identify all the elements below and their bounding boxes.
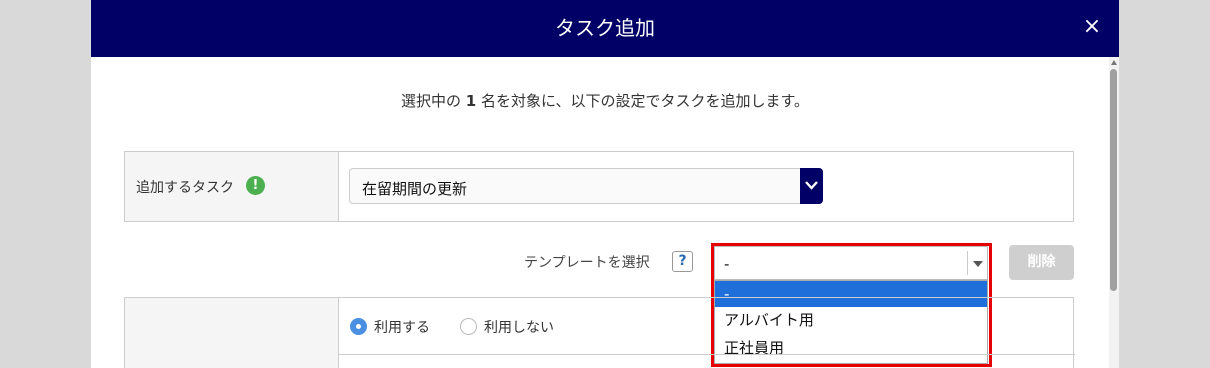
usage-table: 利用する 利用しない xyxy=(124,297,1075,368)
target-count: 1 xyxy=(465,92,477,110)
info-icon[interactable]: ! xyxy=(246,176,265,195)
use-label[interactable]: 利用する xyxy=(374,317,430,337)
not-use-label[interactable]: 利用しない xyxy=(484,317,554,337)
help-icon[interactable]: ? xyxy=(672,251,693,272)
not-use-radio[interactable] xyxy=(460,318,477,335)
description-suffix: 名を対象に、以下の設定でタスクを追加します。 xyxy=(480,92,810,110)
usage-label-cell xyxy=(125,298,339,368)
task-row: 追加するタスク ! 在留期間の更新 xyxy=(124,151,1074,222)
template-label: テンプレートを選択 xyxy=(524,255,650,271)
task-label-cell: 追加するタスク ! xyxy=(125,152,339,221)
description: 選択中の 1 名を対象に、以下の設定でタスクを追加します。 xyxy=(91,90,1119,111)
close-icon[interactable]: × xyxy=(1079,14,1105,40)
description-prefix: 選択中の xyxy=(400,92,461,110)
task-label: 追加するタスク xyxy=(136,180,234,196)
delete-button[interactable]: 削除 xyxy=(1009,245,1074,280)
chevron-down-icon[interactable] xyxy=(800,168,823,204)
modal-title: タスク追加 xyxy=(555,16,655,40)
modal-header: タスク追加 × xyxy=(91,0,1119,57)
use-radio[interactable] xyxy=(350,318,367,335)
task-select[interactable]: 在留期間の更新 xyxy=(349,168,823,204)
task-add-modal: タスク追加 × 選択中の 1 名を対象に、以下の設定でタスクを追加します。 追加… xyxy=(91,0,1119,368)
task-select-value: 在留期間の更新 xyxy=(362,180,468,198)
row-divider xyxy=(339,354,1075,355)
scroll-up-icon[interactable] xyxy=(1111,60,1117,65)
